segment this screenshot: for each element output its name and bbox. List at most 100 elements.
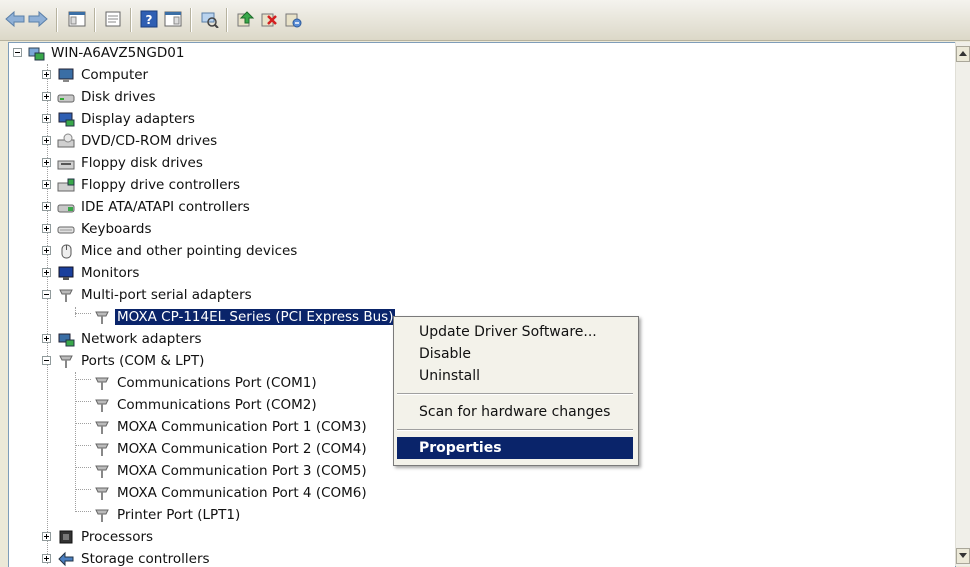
tree-connector xyxy=(75,401,91,402)
expand-toggle[interactable] xyxy=(42,224,51,233)
menu-item-scan-hardware[interactable]: Scan for hardware changes xyxy=(397,401,633,423)
monitor-icon xyxy=(57,265,75,281)
dvd-drive-icon xyxy=(57,133,75,149)
expand-toggle[interactable] xyxy=(42,136,51,145)
scan-hardware-icon[interactable] xyxy=(198,8,220,30)
tree-connector xyxy=(75,467,91,468)
properties-icon[interactable] xyxy=(102,8,124,30)
menu-separator xyxy=(397,429,633,431)
tree-item-lpt1[interactable]: Printer Port (LPT1) xyxy=(93,505,242,525)
expand-toggle[interactable] xyxy=(42,92,51,101)
tree-item-display-adapters[interactable]: Display adapters xyxy=(57,109,197,129)
toolbar-separator xyxy=(56,8,58,32)
display-adapter-icon xyxy=(57,111,75,127)
scroll-up-icon[interactable] xyxy=(956,46,970,62)
expand-toggle[interactable] xyxy=(42,158,51,167)
storage-controller-icon xyxy=(57,551,75,567)
menu-item-update-driver[interactable]: Update Driver Software... xyxy=(397,321,633,343)
action-pane-icon[interactable] xyxy=(162,8,184,30)
disk-drive-icon xyxy=(57,89,75,105)
port-icon xyxy=(93,441,111,457)
tree-item-monitors[interactable]: Monitors xyxy=(57,263,141,283)
computer-icon xyxy=(57,67,75,83)
port-icon xyxy=(93,485,111,501)
tree-item-com4[interactable]: MOXA Communication Port 2 (COM4) xyxy=(93,439,369,459)
menu-item-uninstall[interactable]: Uninstall xyxy=(397,365,633,387)
port-icon xyxy=(93,463,111,479)
collapse-toggle[interactable] xyxy=(13,48,22,57)
tree-item-processors[interactable]: Processors xyxy=(57,527,155,547)
mouse-icon xyxy=(57,243,75,259)
toolbar-separator xyxy=(226,8,228,32)
help-icon[interactable]: ? xyxy=(138,8,160,30)
port-icon xyxy=(57,353,75,369)
expand-toggle[interactable] xyxy=(42,246,51,255)
svg-text:?: ? xyxy=(146,13,153,27)
expand-toggle[interactable] xyxy=(42,202,51,211)
computer-network-icon xyxy=(27,45,45,61)
tree-item-mice[interactable]: Mice and other pointing devices xyxy=(57,241,299,261)
port-icon xyxy=(93,507,111,523)
expand-toggle[interactable] xyxy=(42,180,51,189)
menu-separator xyxy=(397,393,633,395)
tree-item-com3[interactable]: MOXA Communication Port 1 (COM3) xyxy=(93,417,369,437)
tree-item-ports[interactable]: Ports (COM & LPT) xyxy=(57,351,206,371)
port-icon xyxy=(93,419,111,435)
tree-item-storage-controllers[interactable]: Storage controllers xyxy=(57,549,212,567)
tree-item-multiport-serial[interactable]: Multi-port serial adapters xyxy=(57,285,254,305)
tree-item-disk-drives[interactable]: Disk drives xyxy=(57,87,158,107)
tree-root[interactable]: WIN-A6AVZ5NGD01 xyxy=(27,43,186,63)
tree-item-computer[interactable]: Computer xyxy=(57,65,150,85)
collapse-toggle[interactable] xyxy=(42,290,51,299)
back-arrow-icon[interactable] xyxy=(4,8,26,30)
tree-item-com6[interactable]: MOXA Communication Port 4 (COM6) xyxy=(93,483,369,503)
toolbar-separator xyxy=(94,8,96,32)
tree-item-com5[interactable]: MOXA Communication Port 3 (COM5) xyxy=(93,461,369,481)
menu-item-disable[interactable]: Disable xyxy=(397,343,633,365)
tree-item-com1[interactable]: Communications Port (COM1) xyxy=(93,373,319,393)
menu-item-properties[interactable]: Properties xyxy=(397,437,633,459)
tree-item-ide-controllers[interactable]: IDE ATA/ATAPI controllers xyxy=(57,197,252,217)
tree-connector xyxy=(75,445,91,446)
processor-icon xyxy=(57,529,75,545)
tree-root-label: WIN-A6AVZ5NGD01 xyxy=(51,45,185,61)
floppy-controller-icon xyxy=(57,177,75,193)
tree-connector xyxy=(75,379,91,380)
collapse-toggle[interactable] xyxy=(42,356,51,365)
scroll-down-icon[interactable] xyxy=(956,548,970,564)
update-driver-icon[interactable] xyxy=(234,8,256,30)
network-adapter-icon xyxy=(57,331,75,347)
serial-port-icon xyxy=(93,309,111,325)
port-icon xyxy=(93,397,111,413)
vertical-scrollbar[interactable] xyxy=(955,42,970,566)
tree-connector xyxy=(75,307,76,317)
serial-port-icon xyxy=(57,287,75,303)
expand-toggle[interactable] xyxy=(42,532,51,541)
tree-connector xyxy=(75,313,91,314)
tree-item-floppy-drive-controllers[interactable]: Floppy drive controllers xyxy=(57,175,242,195)
tree-item-network-adapters[interactable]: Network adapters xyxy=(57,329,204,349)
expand-toggle[interactable] xyxy=(42,114,51,123)
floppy-drive-icon xyxy=(57,155,75,171)
expand-toggle[interactable] xyxy=(42,554,51,563)
tree-connector xyxy=(75,489,91,490)
expand-toggle[interactable] xyxy=(42,70,51,79)
uninstall-icon[interactable] xyxy=(258,8,280,30)
tree-item-moxa-adapter[interactable]: MOXA CP-114EL Series (PCI Express Bus) xyxy=(93,307,396,327)
tree-item-dvd-drives[interactable]: DVD/CD-ROM drives xyxy=(57,131,219,151)
expand-toggle[interactable] xyxy=(42,268,51,277)
keyboard-icon xyxy=(57,221,75,237)
disable-icon[interactable] xyxy=(282,8,304,30)
tree-item-com2[interactable]: Communications Port (COM2) xyxy=(93,395,319,415)
device-tree-pane[interactable]: WIN-A6AVZ5NGD01 Computer Disk drives Dis… xyxy=(8,42,956,567)
toolbar-separator xyxy=(190,8,192,32)
show-hide-console-tree-icon[interactable] xyxy=(66,8,88,30)
forward-arrow-icon[interactable] xyxy=(27,8,49,30)
tree-connector xyxy=(75,372,76,512)
tree-item-floppy-disk-drives[interactable]: Floppy disk drives xyxy=(57,153,205,173)
tree-item-keyboards[interactable]: Keyboards xyxy=(57,219,154,239)
toolbar-separator xyxy=(130,8,132,32)
expand-toggle[interactable] xyxy=(42,334,51,343)
ide-controller-icon xyxy=(57,199,75,215)
tree-connector xyxy=(75,423,91,424)
